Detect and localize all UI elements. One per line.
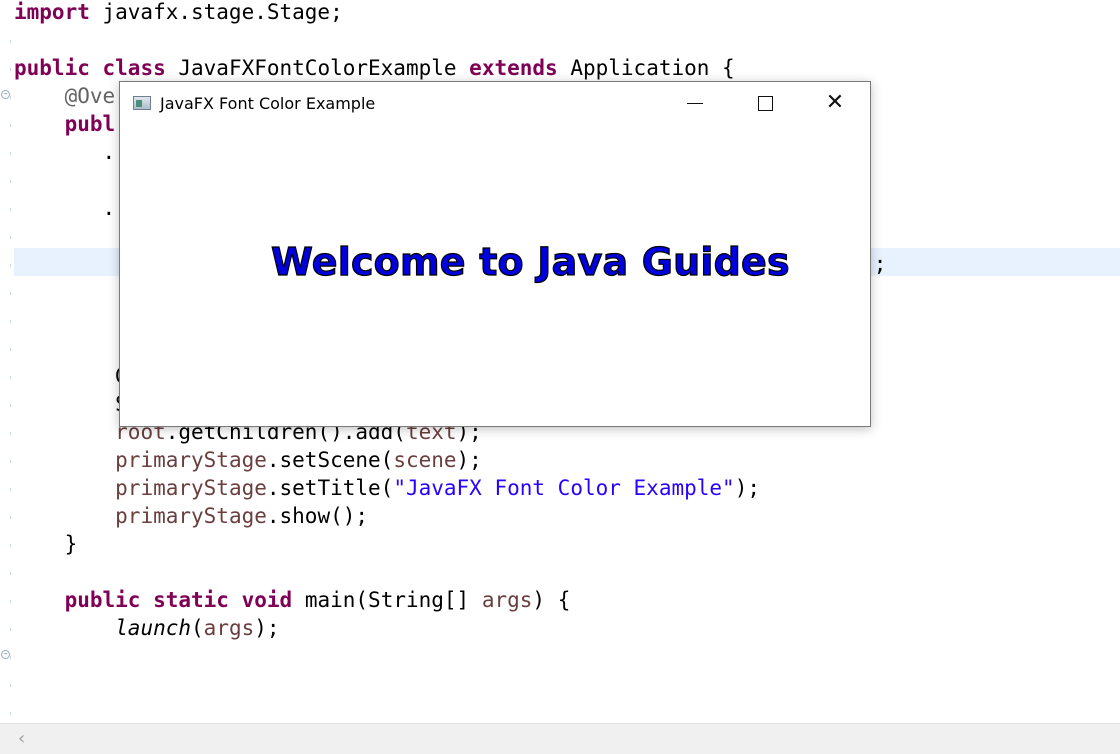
maximize-icon [757,96,773,111]
code-line: } [14,530,78,558]
horizontal-scrollbar[interactable]: ‹ [0,723,1120,754]
code-token: args [203,616,255,640]
code-line: launch(args); [14,614,280,642]
close-button[interactable]: ✕ [800,82,870,126]
code-token: @Ove [64,84,116,108]
gutter-mark [10,684,11,687]
code-token: extends [469,56,558,80]
code-token: primaryStage [115,504,267,528]
gutter-mark [10,68,11,71]
code-token: public [14,56,90,80]
code-token: void [241,588,293,612]
minimize-icon [687,103,703,104]
window-titlebar[interactable]: JavaFX Font Color Example ✕ [120,82,870,126]
gutter-mark [10,376,11,379]
code-token: primaryStage [115,476,267,500]
code-line: primaryStage.show(); [14,502,368,530]
code-line: . [14,194,116,222]
code-token: .setScene( [266,448,394,472]
gutter-mark [10,516,11,519]
gutter-mark [10,180,11,183]
gutter-mark [10,572,11,575]
code-token: primaryStage [115,448,267,472]
code-line: primaryStage.setScene(scene); [14,446,482,474]
code-token: ); [734,476,760,500]
code-line: . [14,138,116,166]
code-token: JavaFXFontColorExample [165,56,470,80]
code-line: @Ove [14,82,116,110]
code-line: public static void main(String[] args) { [14,586,571,614]
gutter-mark [10,460,11,463]
gutter-mark [10,600,11,603]
window-title: JavaFX Font Color Example [160,94,376,113]
gutter-mark [10,320,11,323]
code-token: ( [191,616,204,640]
code-token: launch [115,616,192,640]
code-token: args [481,588,533,612]
code-token: Application { [557,56,735,80]
gutter-mark [10,656,11,659]
gutter-mark [10,236,11,239]
fold-toggle-icon[interactable]: − [1,650,10,659]
code-token: } [14,532,78,556]
editor-gutter: − − [0,0,12,723]
code-token: import [14,0,90,24]
gutter-mark [10,40,11,43]
gutter-mark [10,96,11,99]
gutter-mark [10,152,11,155]
scroll-left-icon[interactable]: ‹ [18,728,25,749]
javafx-window[interactable]: JavaFX Font Color Example ✕ Welcome to J… [119,81,871,427]
code-token: . [14,140,116,164]
code-line: primaryStage.setTitle("JavaFX Font Color… [14,474,760,502]
code-token: class [102,56,166,80]
gutter-mark [10,208,11,211]
code-token: ); [254,616,280,640]
code-token: .setTitle( [266,476,394,500]
code-token: javafx.stage.Stage; [89,0,343,24]
code-token: ) { [532,588,571,612]
gutter-mark [10,488,11,491]
code-line: public class JavaFXFontColorExample exte… [14,54,735,82]
gutter-mark [10,348,11,351]
gutter-mark [10,432,11,435]
code-token: public [64,588,141,612]
code-token: "JavaFX Font Color Example" [393,476,735,500]
code-line: import javafx.stage.Stage; [14,0,343,26]
welcome-text: Welcome to Java Guides [270,239,790,284]
close-icon: ✕ [825,90,845,115]
code-token: .show(); [266,504,369,528]
code-token: publ [64,112,116,136]
code-token: . [14,196,116,220]
maximize-button[interactable] [730,82,800,126]
gutter-mark [10,544,11,547]
fold-toggle-icon[interactable]: − [1,90,10,99]
minimize-button[interactable] [660,82,730,126]
gutter-mark [10,124,11,127]
code-token: main(String[] [292,588,482,612]
gutter-mark [10,292,11,295]
javafx-app-icon [133,96,151,110]
gutter-mark [10,404,11,407]
javafx-scene: Welcome to Java Guides [120,126,870,426]
code-line: publ [14,110,116,138]
code-token: static [153,588,229,612]
gutter-mark [10,712,11,715]
gutter-mark [10,264,11,267]
code-token: ); [456,448,482,472]
code-token: scene [393,448,457,472]
gutter-mark [10,628,11,631]
